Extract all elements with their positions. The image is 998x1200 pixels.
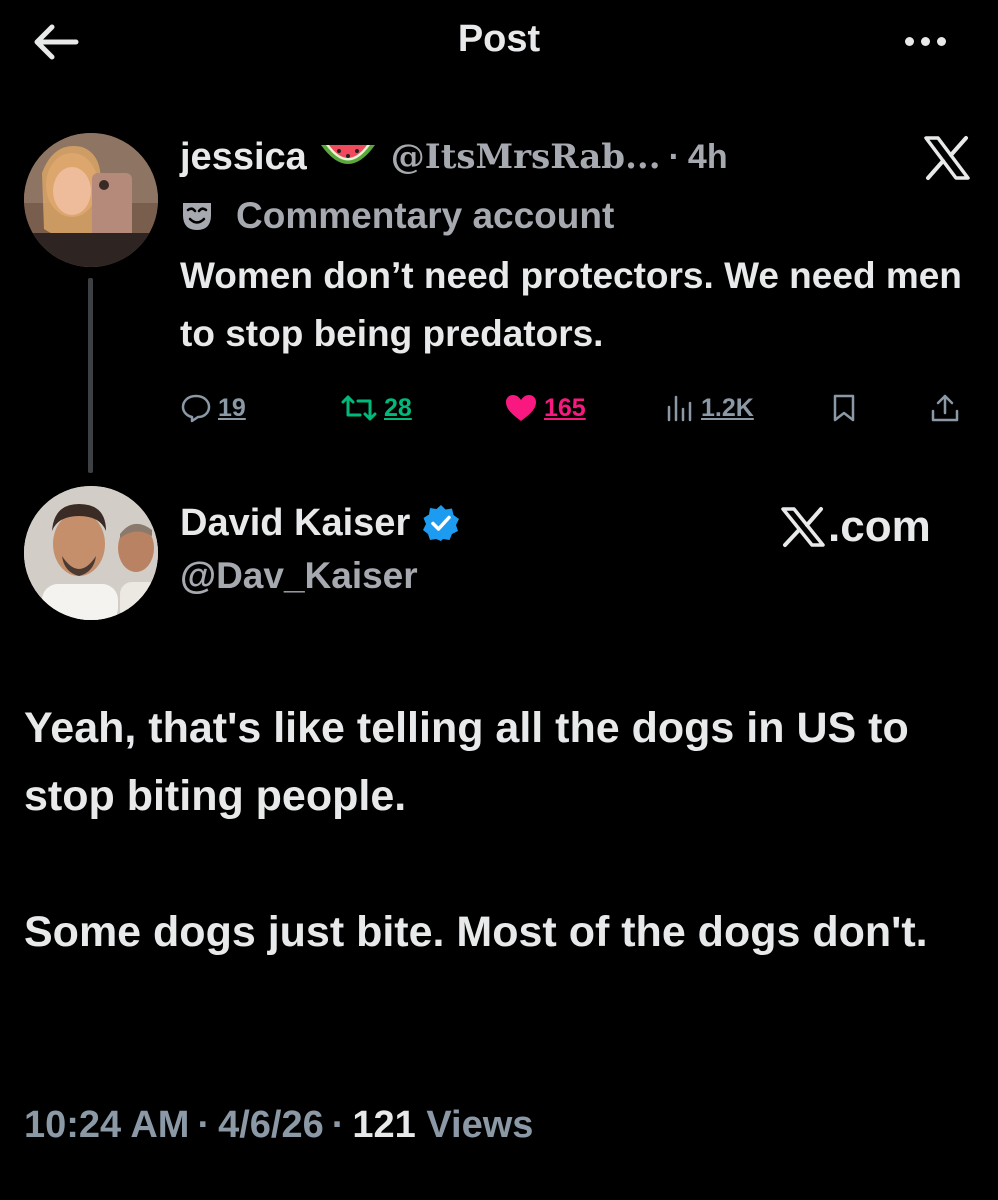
reply-count: 19: [218, 393, 246, 422]
x-logo-icon: [924, 136, 970, 180]
verified-badge-icon: [423, 505, 460, 541]
watermark-text: .com: [828, 502, 931, 551]
separator-dot: ·: [668, 137, 680, 176]
account-label-text: Commentary account: [236, 195, 615, 236]
bookmark-button[interactable]: [830, 388, 864, 428]
avatar-david-kaiser[interactable]: [24, 486, 158, 620]
reply-tweet-text: Yeah, that's like telling all the dogs i…: [24, 694, 974, 966]
watermelon-emoji-icon: [320, 145, 375, 164]
reply-icon: [181, 394, 211, 423]
tweet-date[interactable]: 4/6/26: [218, 1104, 324, 1146]
tweet-views-label: Views: [426, 1104, 534, 1146]
share-icon: [931, 394, 959, 422]
quoted-display-name[interactable]: jessica: [180, 136, 307, 179]
views-count: 1.2K: [701, 393, 754, 422]
tweet-views-count: 121: [352, 1104, 416, 1146]
views-button[interactable]: 1.2K: [665, 388, 754, 428]
share-button[interactable]: [930, 388, 966, 428]
thread-connector: [88, 278, 93, 473]
quoted-handle[interactable]: @ItsMrsRab...: [391, 137, 661, 177]
more-button[interactable]: [895, 26, 955, 56]
reply-paragraph: Some dogs just bite. Most of the dogs do…: [24, 908, 928, 956]
reply-author[interactable]: David Kaiser: [180, 498, 460, 548]
reply-paragraph: Yeah, that's like telling all the dogs i…: [24, 704, 909, 820]
repost-button[interactable]: 28: [340, 388, 412, 428]
reply-handle[interactable]: @Dav_Kaiser: [180, 555, 418, 597]
like-count: 165: [544, 393, 586, 422]
quoted-tweet-text: Women don’t need protectors. We need men…: [180, 255, 962, 354]
x-logo-button[interactable]: [922, 135, 972, 181]
reply-display-name[interactable]: David Kaiser: [180, 502, 410, 545]
like-button[interactable]: 165: [504, 388, 586, 428]
separator-dot: ·: [331, 1104, 345, 1146]
bookmark-icon: [833, 394, 855, 422]
tweet-time[interactable]: 10:24 AM: [24, 1104, 189, 1146]
repost-icon: [341, 395, 377, 421]
more-icon: [904, 36, 914, 46]
separator-dot: ·: [197, 1104, 211, 1146]
repost-count: 28: [384, 393, 412, 422]
quoted-tweet-header: jessica @ItsMrsRab... · 4h: [180, 132, 728, 182]
reply-button[interactable]: 19: [180, 388, 246, 428]
account-label: Commentary account: [180, 192, 614, 240]
tweet-metadata: 10:24 AM · 4/6/26 · 121 Views: [24, 1104, 533, 1147]
avatar-jessica[interactable]: [24, 133, 158, 267]
heart-icon: [506, 395, 536, 421]
x-logo-icon: [781, 507, 825, 547]
xcom-watermark: .com: [780, 500, 931, 554]
page-title: Post: [457, 18, 541, 60]
quoted-timestamp[interactable]: 4h: [688, 138, 728, 177]
views-icon: [667, 395, 692, 422]
mask-icon: [183, 203, 211, 230]
